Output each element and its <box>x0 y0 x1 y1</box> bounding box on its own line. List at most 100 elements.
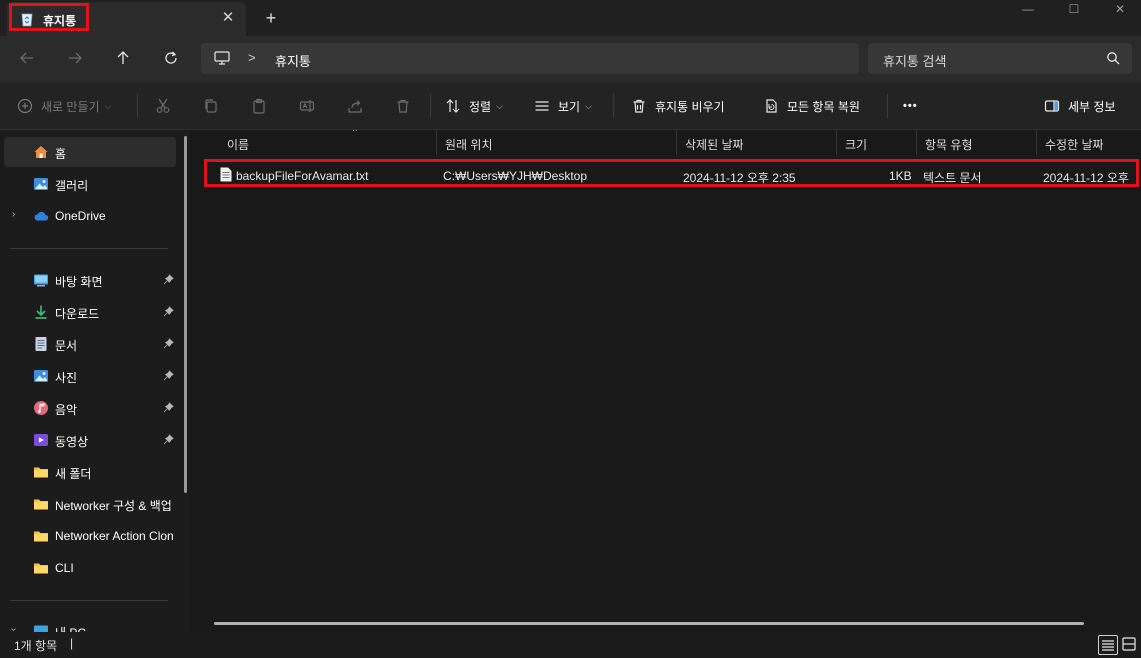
back-button[interactable] <box>13 47 41 71</box>
sidebar-item-music[interactable]: 음악 <box>4 393 176 423</box>
column-header-original-location[interactable]: 원래 위치 <box>437 130 677 155</box>
sidebar-item-pictures[interactable]: 사진 <box>4 361 176 391</box>
details-view-icon <box>1102 640 1114 651</box>
view-button[interactable]: 보기 ⌵ <box>534 96 592 116</box>
pin-icon[interactable] <box>163 274 174 285</box>
sort-button[interactable]: 정렬 ⌵ <box>445 96 503 116</box>
sidebar-item-documents[interactable]: 문서 <box>4 329 176 359</box>
copy-icon <box>205 99 217 113</box>
scissors-icon <box>156 98 170 113</box>
details-view-button[interactable] <box>1098 635 1118 655</box>
new-tab-button[interactable]: + <box>262 8 280 28</box>
horizontal-scrollbar[interactable] <box>214 622 1084 625</box>
pin-icon[interactable] <box>163 402 174 413</box>
folder-icon <box>34 563 48 574</box>
delete-button[interactable] <box>395 96 411 116</box>
list-view-icon <box>535 101 549 111</box>
breadcrumb-separator[interactable]: > <box>248 50 256 65</box>
file-size: 1KB <box>889 169 912 183</box>
item-count: 1개 항목 <box>14 639 58 653</box>
breadcrumb-recycle-bin[interactable]: 휴지통 <box>275 51 311 70</box>
table-row[interactable]: backupFileForAvamar.txt C:₩Users₩YJH₩Des… <box>204 159 1139 187</box>
clipboard-icon <box>253 98 265 114</box>
column-header-size[interactable]: 크기 <box>837 130 917 155</box>
pin-icon[interactable] <box>163 338 174 349</box>
rename-button[interactable] <box>299 96 315 116</box>
sidebar-item-networker-action[interactable]: Networker Action Clon <box>4 521 176 551</box>
address-bar[interactable]: > 휴지통 <box>201 43 859 74</box>
gallery-icon <box>34 178 48 190</box>
toolbar-divider <box>613 94 614 118</box>
refresh-button[interactable] <box>157 47 185 71</box>
sidebar-item-new-folder[interactable]: 새 폴더 <box>4 457 176 487</box>
details-pane-label: 세부 정보 <box>1068 99 1116 114</box>
chevron-down-icon: ⌵ <box>585 100 592 111</box>
search-input[interactable]: 휴지통 검색 <box>868 43 1132 74</box>
forward-button[interactable] <box>61 47 89 71</box>
details-pane-button[interactable]: 세부 정보 <box>1044 96 1116 116</box>
sidebar-item-desktop[interactable]: 바탕 화면 <box>4 265 176 295</box>
sidebar-item-home[interactable]: 홈 <box>4 137 176 167</box>
new-button[interactable]: 새로 만들기 ⌵ <box>17 96 111 116</box>
minimize-button[interactable]: — <box>1005 0 1051 20</box>
details-pane-icon <box>1044 100 1060 112</box>
sidebar-item-label: OneDrive <box>55 209 106 223</box>
pin-icon[interactable] <box>163 306 174 317</box>
computer-icon <box>34 625 48 632</box>
up-button[interactable] <box>109 47 137 71</box>
sidebar-item-this-pc[interactable]: › 내 PC <box>4 616 176 632</box>
column-header-date-deleted[interactable]: 삭제된 날짜 <box>677 130 837 155</box>
file-date-modified: 2024-11-12 오후 <box>1043 171 1129 185</box>
text-file-icon <box>220 167 232 182</box>
restore-all-button[interactable]: 모든 항목 복원 <box>763 96 860 116</box>
sidebar-item-label: CLI <box>55 561 74 575</box>
paste-button[interactable] <box>251 96 267 116</box>
command-bar: 새로 만들기 ⌵ 정렬 ⌵ 보기 ⌵ 휴지통 비우기 모든 항목 복원 ••• <box>0 82 1141 130</box>
sidebar-item-networker-config[interactable]: Networker 구성 & 백업 <box>4 489 176 519</box>
cut-button[interactable] <box>155 96 171 116</box>
more-options-button[interactable]: ••• <box>903 96 918 116</box>
folder-icon <box>34 499 48 510</box>
sidebar-scrollbar[interactable] <box>184 136 187 493</box>
maximize-button[interactable]: ☐ <box>1051 0 1097 20</box>
chevron-down-icon[interactable]: › <box>8 628 19 631</box>
tab-highlight-box <box>9 3 89 31</box>
copy-button[interactable] <box>203 96 219 116</box>
download-icon <box>35 305 47 319</box>
column-header-name[interactable]: ^ 이름 <box>219 130 437 155</box>
file-original-location: C:₩Users₩YJH₩Desktop <box>443 169 588 183</box>
empty-recycle-bin-button[interactable]: 휴지통 비우기 <box>631 96 725 116</box>
share-icon <box>348 100 362 113</box>
folder-icon <box>34 467 48 478</box>
toolbar-divider <box>137 94 138 118</box>
share-button[interactable] <box>347 96 363 116</box>
sidebar-item-gallery[interactable]: 갤러리 <box>4 169 176 199</box>
sidebar-item-label: 홈 <box>55 147 67 161</box>
sidebar-item-videos[interactable]: 동영상 <box>4 425 176 455</box>
view-button-label: 보기 <box>558 99 581 114</box>
sidebar-item-label: 새 폴더 <box>55 467 92 481</box>
sidebar-item-label: Networker 구성 & 백업 <box>55 499 172 513</box>
file-type: 텍스트 문서 <box>923 171 982 185</box>
pin-icon[interactable] <box>163 434 174 445</box>
sidebar-item-onedrive[interactable]: › OneDrive <box>4 201 176 231</box>
trash-icon <box>633 99 645 113</box>
column-header-date-modified[interactable]: 수정한 날짜 <box>1037 130 1141 155</box>
toolbar-divider <box>430 94 431 118</box>
arrow-up-icon <box>117 51 129 64</box>
tiles-view-button[interactable] <box>1120 635 1140 655</box>
sidebar-item-downloads[interactable]: 다운로드 <box>4 297 176 327</box>
tab-close-button[interactable]: ✕ <box>219 9 237 27</box>
sidebar-item-cli[interactable]: CLI <box>4 553 176 583</box>
plus-circle-icon <box>17 98 33 114</box>
pin-icon[interactable] <box>163 370 174 381</box>
tiles-view-icon <box>1122 637 1136 651</box>
sidebar-item-label: 동영상 <box>55 435 89 449</box>
chevron-right-icon[interactable]: › <box>12 209 15 220</box>
sidebar-item-label: Networker Action Clon <box>55 529 174 543</box>
column-header-item-type[interactable]: 항목 유형 <box>917 130 1037 155</box>
close-window-button[interactable]: ✕ <box>1097 0 1141 20</box>
restore-icon <box>766 99 777 113</box>
computer-icon <box>214 51 230 65</box>
chevron-down-icon: ⌵ <box>104 100 112 111</box>
